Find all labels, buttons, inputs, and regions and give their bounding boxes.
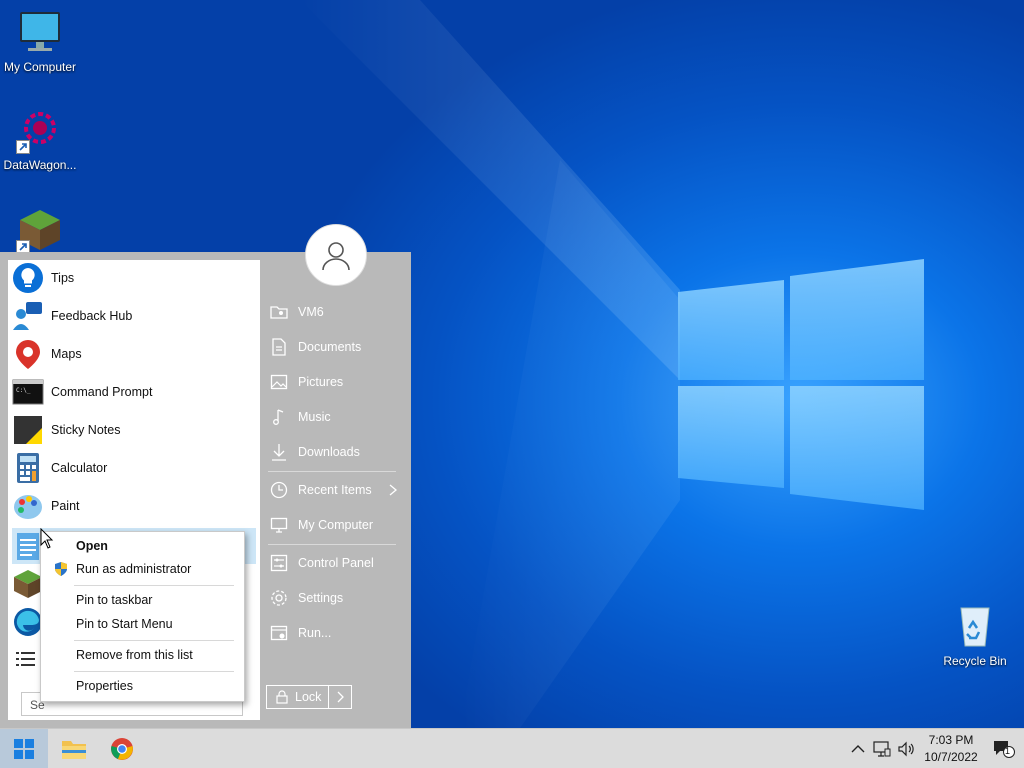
recycle-bin-icon [951, 602, 999, 650]
action-center-button[interactable]: 1 [992, 739, 1016, 759]
datawagon-icon [16, 106, 64, 154]
context-menu: Open Run as administrator Pin to taskbar… [40, 531, 245, 702]
program-item-paint[interactable]: Paint [12, 488, 256, 524]
shortcut-arrow-icon [16, 140, 30, 154]
tray-volume[interactable] [896, 739, 916, 759]
downloads-icon [272, 444, 286, 461]
program-item-calculator[interactable]: Calculator [12, 450, 256, 486]
ctx-pin-taskbar[interactable]: Pin to taskbar [43, 589, 242, 611]
chevron-right-icon [389, 484, 398, 496]
control-panel-icon [270, 554, 288, 572]
places-separator [268, 471, 396, 472]
program-item-feedback-hub[interactable]: Feedback Hub [12, 298, 256, 334]
desktop-icon-my-computer[interactable]: My Computer [0, 8, 80, 74]
tray-overflow-button[interactable] [848, 739, 868, 759]
notification-icon [994, 741, 1015, 758]
start-button[interactable] [0, 729, 48, 768]
tray-network[interactable] [872, 739, 892, 759]
ctx-run-as-admin[interactable]: Run as administrator [43, 558, 242, 580]
place-downloads[interactable]: Downloads [270, 438, 398, 466]
svg-text:C:\_: C:\_ [16, 387, 31, 394]
ctx-separator [74, 585, 234, 586]
sticky-notes-icon [14, 416, 42, 444]
computer-icon [270, 517, 288, 533]
desktop-icon-datawagon[interactable]: DataWagon... [0, 106, 80, 172]
speaker-icon [898, 741, 914, 757]
music-icon [273, 409, 284, 425]
ctx-separator [74, 640, 234, 641]
place-settings[interactable]: Settings [270, 584, 398, 612]
notification-count: 1 [1005, 746, 1011, 756]
power-options-arrow[interactable] [329, 686, 351, 708]
place-music[interactable]: Music [270, 403, 398, 431]
grass-block-icon [16, 206, 64, 254]
paint-icon [14, 495, 42, 519]
taskbar: 7:03 PM 10/7/2022 1 [0, 728, 1024, 768]
places-separator [268, 544, 396, 545]
run-icon [270, 625, 288, 641]
place-pictures[interactable]: Pictures [270, 368, 398, 396]
mouse-cursor-icon [40, 528, 54, 549]
desktop-icon-minecraft[interactable] [0, 206, 80, 258]
desktop-icon-label: Recycle Bin [943, 654, 1007, 668]
lock-button[interactable]: Lock [266, 685, 352, 709]
taskbar-chrome[interactable] [100, 729, 144, 768]
command-prompt-icon: C:\_ [12, 379, 44, 405]
monitor-icon [16, 8, 64, 56]
program-item-tips[interactable]: Tips [12, 260, 256, 296]
ctx-pin-start[interactable]: Pin to Start Menu [43, 613, 242, 635]
network-icon [873, 741, 891, 757]
taskbar-clock[interactable]: 7:03 PM 10/7/2022 [918, 732, 984, 766]
chrome-icon [111, 738, 133, 760]
clock-time: 7:03 PM [928, 733, 974, 747]
user-icon [322, 242, 350, 271]
documents-icon [272, 338, 286, 356]
windows-logo-icon [14, 739, 34, 759]
place-documents[interactable]: Documents [270, 333, 398, 361]
lock-icon [276, 690, 288, 704]
ctx-open[interactable]: Open [43, 535, 242, 557]
program-item-sticky-notes[interactable]: Sticky Notes [12, 412, 256, 448]
ctx-properties[interactable]: Properties [43, 675, 242, 697]
place-vm6[interactable]: VM6 [270, 298, 398, 326]
lock-main[interactable]: Lock [267, 686, 329, 708]
program-item-maps[interactable]: Maps [12, 336, 256, 372]
desktop-icon-recycle-bin[interactable]: Recycle Bin [935, 602, 1015, 668]
ctx-separator [74, 671, 234, 672]
chevron-up-icon [851, 745, 865, 753]
desktop-icon-label: DataWagon... [3, 158, 77, 172]
user-folder-icon [270, 306, 288, 319]
calculator-icon [17, 453, 39, 483]
feedback-hub-icon [13, 302, 42, 330]
maps-icon [16, 340, 40, 369]
chevron-right-icon [337, 691, 344, 703]
place-control-panel[interactable]: Control Panel [270, 549, 398, 577]
user-avatar[interactable] [305, 224, 367, 286]
ctx-remove-from-list[interactable]: Remove from this list [43, 644, 242, 666]
place-recent-items[interactable]: Recent Items [270, 476, 398, 504]
tips-icon [13, 263, 43, 293]
place-run[interactable]: Run... [270, 619, 398, 647]
start-menu-places: VM6 Documents Pictures Music Downloads R… [262, 224, 411, 728]
recent-items-icon [270, 481, 288, 499]
clock-date: 10/7/2022 [924, 750, 978, 764]
shield-icon [55, 562, 67, 576]
pictures-icon [270, 374, 288, 390]
place-my-computer[interactable]: My Computer [270, 511, 398, 539]
program-item-command-prompt[interactable]: C:\_ Command Prompt [12, 374, 256, 410]
desktop-icon-label: My Computer [3, 60, 77, 74]
folder-icon [62, 741, 86, 759]
taskbar-file-explorer[interactable] [52, 729, 96, 768]
settings-icon [271, 590, 287, 606]
